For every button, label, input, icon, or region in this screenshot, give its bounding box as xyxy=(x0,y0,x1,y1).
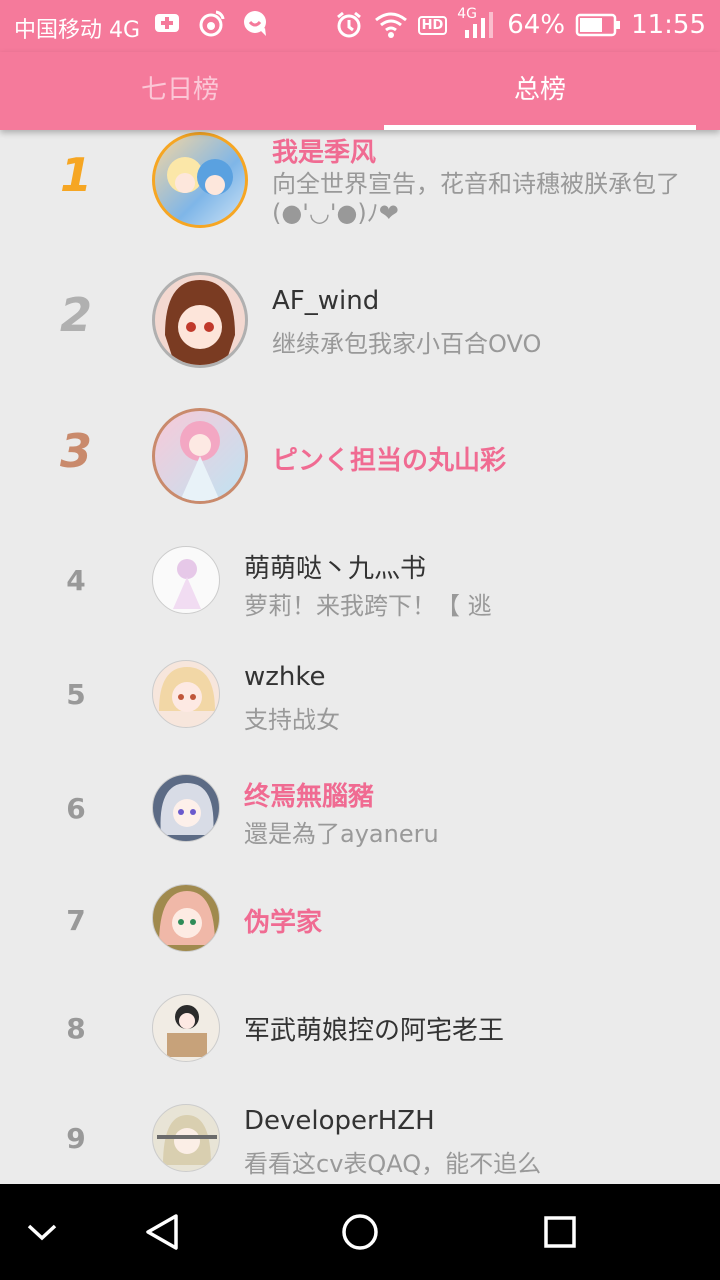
alarm-icon xyxy=(336,11,361,38)
ranking-list[interactable]: 1 我是季风 向全世界宣告，花音和诗穗被朕承包了(●'◡'●)ﾉ❤ 2 AF_w… xyxy=(0,130,720,1184)
rank-number: 3 xyxy=(59,424,92,478)
ranking-row-1[interactable]: 1 我是季风 向全世界宣告，花音和诗穗被朕承包了(●'◡'●)ﾉ❤ xyxy=(0,130,720,260)
avatar-illustration-icon xyxy=(173,559,201,609)
user-name: 军武萌娘控の阿宅老王 xyxy=(244,1016,505,1046)
avatar-illustration-icon xyxy=(165,280,235,365)
status-right: HD 4G 64% 11:55 xyxy=(334,6,706,40)
avatar-illustration-icon xyxy=(160,783,214,835)
ranking-row-8[interactable]: 8 军武萌娘控の阿宅老王 xyxy=(0,992,720,1102)
avatar[interactable] xyxy=(152,132,248,228)
signal-group: 4G xyxy=(457,6,497,40)
ranking-row-3[interactable]: 3 ピンく担当の丸山彩 xyxy=(0,406,720,536)
user-message: 支持战女 xyxy=(244,706,340,734)
user-name: DeveloperHZH xyxy=(244,1106,435,1136)
avatar[interactable] xyxy=(152,994,220,1062)
user-name: ピンく担当の丸山彩 xyxy=(272,446,507,476)
notification-icons xyxy=(152,8,270,38)
avatar[interactable] xyxy=(152,546,220,614)
home-button[interactable] xyxy=(328,1184,392,1280)
rank-number: 2 xyxy=(59,288,92,342)
battery-icon xyxy=(575,13,621,37)
ranking-row-7[interactable]: 7 伪学家 xyxy=(0,884,720,994)
avatar-illustration-icon xyxy=(159,891,215,945)
rank-number: 9 xyxy=(66,1122,86,1155)
user-name: 萌萌哒丶九灬书 xyxy=(244,554,427,584)
user-message: 看看这cv表QAQ，能不追么 xyxy=(244,1150,542,1178)
user-name: wzhke xyxy=(244,662,326,692)
user-message: 還是為了ayaneru xyxy=(244,820,439,848)
ranking-row-5[interactable]: 5 wzhke 支持战女 xyxy=(0,658,720,770)
user-name: 我是季风 xyxy=(272,138,377,168)
status-bar: 中国移动 4G HD 4G 64% 11:55 xyxy=(0,0,720,52)
weibo-icon xyxy=(199,10,225,37)
wifi-icon xyxy=(374,12,407,38)
avatar-illustration-icon xyxy=(167,157,233,195)
rank-number: 1 xyxy=(59,148,92,202)
user-name: 伪学家 xyxy=(244,908,323,938)
chevron-down-icon xyxy=(27,1224,57,1241)
home-circle-icon xyxy=(342,1214,378,1250)
chat-bubble-icon xyxy=(244,11,266,36)
avatar[interactable] xyxy=(152,408,248,504)
user-message: 继续承包我家小百合OVO xyxy=(272,330,542,358)
user-message: 向全世界宣告，花音和诗穗被朕承包了(●'◡'●)ﾉ❤ xyxy=(272,170,680,227)
avatar-illustration-icon xyxy=(159,667,215,712)
battery-percent: 64% xyxy=(507,10,566,40)
back-triangle-icon xyxy=(146,1214,178,1250)
system-navigation-bar xyxy=(0,1184,720,1280)
user-name: 终焉無腦豬 xyxy=(244,782,375,812)
avatar[interactable] xyxy=(152,660,220,728)
rank-number: 4 xyxy=(66,564,86,597)
ranking-row-6[interactable]: 6 终焉無腦豬 還是為了ayaneru xyxy=(0,772,720,884)
avatar[interactable] xyxy=(152,272,248,368)
tab-overall[interactable]: 总榜 xyxy=(360,52,720,130)
clock: 11:55 xyxy=(631,10,706,40)
avatar[interactable] xyxy=(152,1104,220,1172)
signal-icon xyxy=(465,12,494,38)
avatar-illustration-icon xyxy=(167,1005,207,1057)
recents-button[interactable] xyxy=(528,1184,592,1280)
carrier-label: 中国移动 4G xyxy=(14,18,141,43)
tab-weekly[interactable]: 七日榜 xyxy=(0,52,360,130)
rank-number: 7 xyxy=(66,904,86,937)
rank-number: 5 xyxy=(66,678,86,711)
avatar[interactable] xyxy=(152,774,220,842)
tab-selected-indicator xyxy=(384,125,696,130)
user-message: 萝莉！来我跨下！【 逃 xyxy=(244,592,492,620)
avatar[interactable] xyxy=(152,884,220,952)
recents-square-icon xyxy=(544,1216,576,1248)
rank-number: 8 xyxy=(66,1012,86,1045)
add-box-icon xyxy=(155,14,179,32)
avatar-illustration-icon xyxy=(157,1115,217,1165)
back-button[interactable] xyxy=(130,1184,194,1280)
ranking-row-9[interactable]: 9 DeveloperHZH 看看这cv表QAQ，能不追么 xyxy=(0,1102,720,1184)
hd-badge: HD xyxy=(417,15,448,35)
avatar-illustration-icon xyxy=(180,421,220,501)
tab-bar: 七日榜 总榜 xyxy=(0,52,720,130)
user-name: AF_wind xyxy=(272,286,380,316)
ranking-row-2[interactable]: 2 AF_wind 继续承包我家小百合OVO xyxy=(0,270,720,400)
ranking-row-4[interactable]: 4 萌萌哒丶九灬书 萝莉！来我跨下！【 逃 xyxy=(0,544,720,656)
hide-nav-button[interactable] xyxy=(10,1184,74,1280)
rank-number: 6 xyxy=(66,792,86,825)
